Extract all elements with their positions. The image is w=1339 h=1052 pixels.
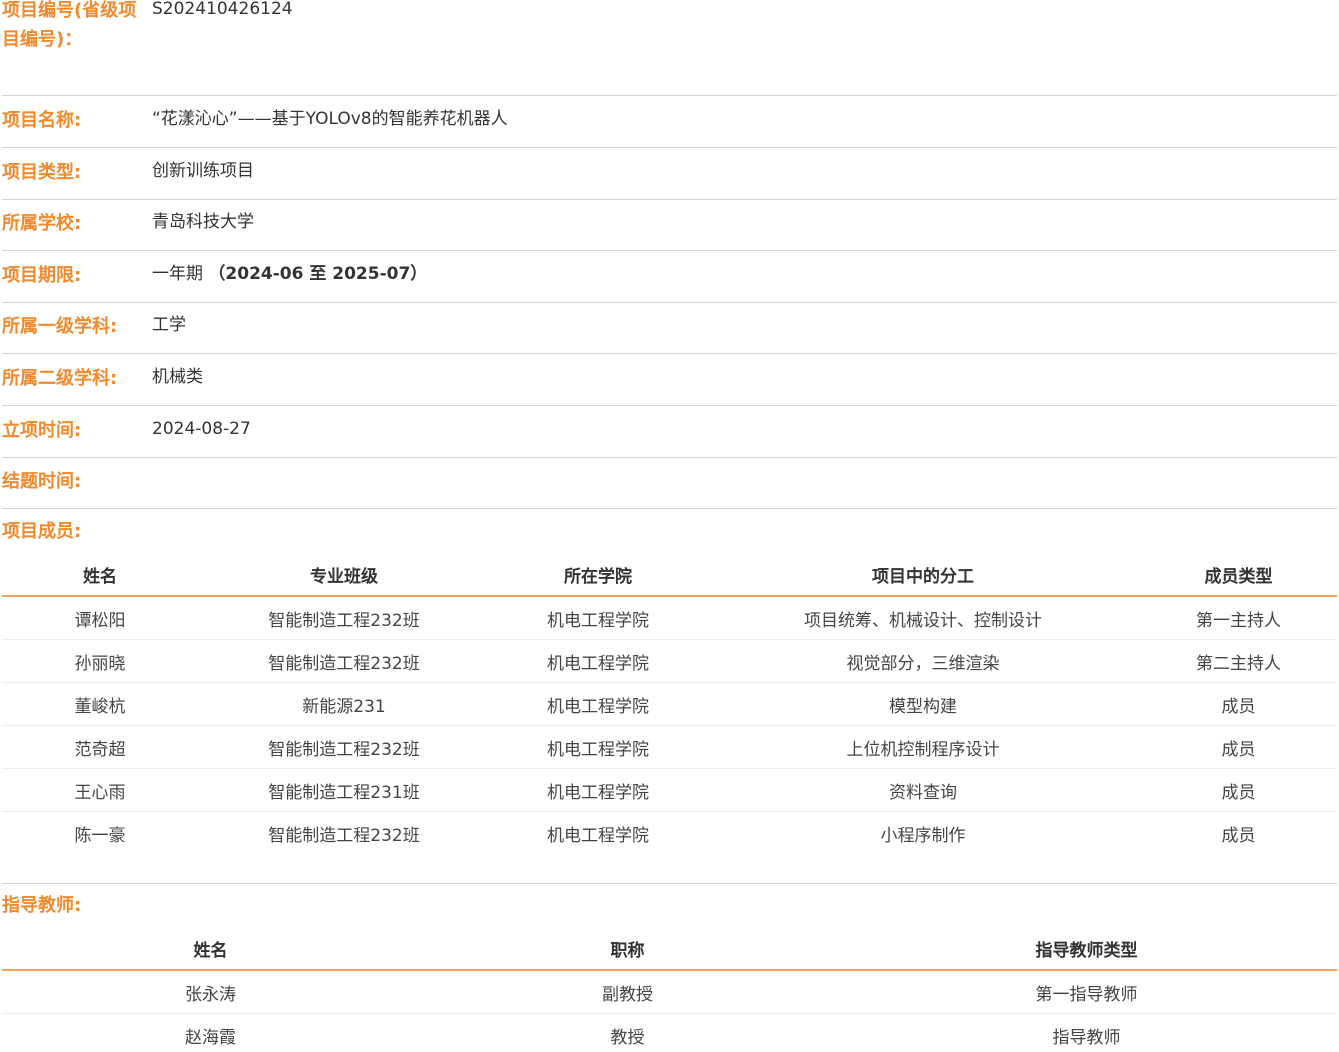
table-row: 张永涛 副教授 第一指导教师 bbox=[2, 970, 1337, 1014]
member-role: 项目统筹、机械设计、控制设计 bbox=[706, 596, 1140, 640]
member-role: 小程序制作 bbox=[880, 825, 966, 846]
members-col-name: 姓名 bbox=[2, 553, 198, 597]
member-class: 新能源231 bbox=[198, 682, 490, 726]
end-time-label: 结题时间: bbox=[2, 471, 82, 492]
period-value: 一年期 （2024-06 至 2025-07） bbox=[152, 262, 427, 286]
member-college: 机电工程学院 bbox=[490, 682, 706, 726]
members-col-type: 成员类型 bbox=[1140, 553, 1337, 597]
discipline-2-value: 机械类 bbox=[152, 367, 203, 387]
table-row: 董峻杭 新能源231 机电工程学院 模型构建 成员 bbox=[2, 682, 1337, 726]
advisors-section-label: 指导教师: bbox=[2, 895, 82, 916]
field-discipline-2: 所属二级学科: 机械类 bbox=[2, 354, 1337, 406]
members-col-role: 项目中的分工 bbox=[706, 553, 1140, 597]
members-col-college: 所在学院 bbox=[490, 553, 706, 597]
period-range: （2024-06 至 2025-07） bbox=[208, 264, 428, 284]
field-project-number: 项目编号(省级项目编号)： S202410426124 bbox=[2, 0, 1337, 96]
members-section-label: 项目成员: bbox=[2, 521, 82, 542]
advisors-col-title: 职称 bbox=[419, 927, 836, 971]
table-row: 孙丽晓 智能制造工程232班 机电工程学院 视觉部分，三维渲染 第二主持人 bbox=[2, 639, 1337, 683]
advisor-type: 指导教师 bbox=[1052, 1027, 1121, 1048]
table-row: 谭松阳 智能制造工程232班 机电工程学院 项目统筹、机械设计、控制设计 第一主… bbox=[2, 596, 1337, 640]
advisor-name: 张永涛 bbox=[2, 970, 419, 1014]
member-class: 智能制造工程232班 bbox=[198, 639, 490, 683]
member-college: 机电工程学院 bbox=[490, 596, 706, 640]
member-type: 成员 bbox=[1140, 768, 1337, 812]
advisor-title: 教授 bbox=[610, 1027, 645, 1048]
advisors-col-type: 指导教师类型 bbox=[836, 927, 1337, 971]
advisor-title: 副教授 bbox=[419, 970, 836, 1014]
start-time-value: 2024-08-27 bbox=[152, 419, 251, 439]
advisor-type: 第一指导教师 bbox=[836, 970, 1337, 1014]
table-row: 赵海霞 教授 指导教师 bbox=[2, 1014, 1337, 1052]
field-discipline-1: 所属一级学科: 工学 bbox=[2, 302, 1337, 354]
members-header-row: 姓名 专业班级 所在学院 项目中的分工 成员类型 bbox=[2, 553, 1337, 597]
member-class: 智能制造工程232班 bbox=[198, 596, 490, 640]
field-project-name: 项目名称: “花漾沁心”——基于YOLOv8的智能养花机器人 bbox=[2, 96, 1337, 148]
section-divider bbox=[2, 883, 1337, 884]
project-number-value: S202410426124 bbox=[152, 0, 293, 19]
field-end-time: 结题时间: bbox=[2, 457, 1337, 509]
advisors-col-name: 姓名 bbox=[2, 927, 419, 971]
project-number-label: 项目编号(省级项目编号)： bbox=[2, 0, 137, 50]
advisor-name: 赵海霞 bbox=[185, 1027, 236, 1048]
discipline-2-label: 所属二级学科: bbox=[2, 368, 118, 389]
table-row: 陈一豪 智能制造工程232班 机电工程学院 小程序制作 成员 bbox=[2, 812, 1337, 855]
table-row: 范奇超 智能制造工程232班 机电工程学院 上位机控制程序设计 成员 bbox=[2, 725, 1337, 769]
member-type: 第二主持人 bbox=[1140, 639, 1337, 683]
field-project-type: 项目类型: 创新训练项目 bbox=[2, 148, 1337, 200]
advisors-table: 姓名 职称 指导教师类型 张永涛 副教授 第一指导教师 赵海霞 教授 指导教师 bbox=[2, 927, 1337, 1052]
discipline-1-label: 所属一级学科: bbox=[2, 316, 118, 337]
member-class: 智能制造工程231班 bbox=[198, 768, 490, 812]
member-name: 陈一豪 bbox=[74, 825, 126, 846]
member-class: 智能制造工程232班 bbox=[198, 725, 490, 769]
member-role: 资料查询 bbox=[706, 768, 1140, 812]
member-name: 范奇超 bbox=[2, 725, 198, 769]
member-type: 成员 bbox=[1221, 825, 1256, 846]
member-role: 上位机控制程序设计 bbox=[706, 725, 1140, 769]
member-class: 智能制造工程232班 bbox=[268, 825, 420, 846]
project-detail-page: 项目编号(省级项目编号)： S202410426124 项目名称: “花漾沁心”… bbox=[0, 0, 1339, 1052]
period-duration: 一年期 bbox=[152, 264, 203, 284]
member-type: 成员 bbox=[1140, 725, 1337, 769]
members-col-class: 专业班级 bbox=[198, 553, 490, 597]
member-type: 第一主持人 bbox=[1140, 596, 1337, 640]
member-college: 机电工程学院 bbox=[490, 725, 706, 769]
field-period: 项目期限: 一年期 （2024-06 至 2025-07） bbox=[2, 251, 1337, 303]
table-row: 王心雨 智能制造工程231班 机电工程学院 资料查询 成员 bbox=[2, 768, 1337, 812]
school-label: 所属学校: bbox=[2, 213, 82, 234]
school-value: 青岛科技大学 bbox=[152, 212, 254, 232]
member-name: 王心雨 bbox=[2, 768, 198, 812]
advisors-header-row: 姓名 职称 指导教师类型 bbox=[2, 927, 1337, 971]
member-college: 机电工程学院 bbox=[490, 768, 706, 812]
member-college: 机电工程学院 bbox=[547, 825, 649, 846]
member-name: 董峻杭 bbox=[2, 682, 198, 726]
members-table: 姓名 专业班级 所在学院 项目中的分工 成员类型 谭松阳 智能制造工程232班 … bbox=[2, 553, 1337, 854]
member-role: 模型构建 bbox=[706, 682, 1140, 726]
discipline-1-value: 工学 bbox=[152, 315, 186, 335]
member-college: 机电工程学院 bbox=[490, 639, 706, 683]
member-name: 谭松阳 bbox=[2, 596, 198, 640]
project-name-label: 项目名称: bbox=[2, 110, 82, 131]
project-type-value: 创新训练项目 bbox=[152, 161, 254, 181]
field-school: 所属学校: 青岛科技大学 bbox=[2, 199, 1337, 251]
member-type: 成员 bbox=[1140, 682, 1337, 726]
period-label: 项目期限: bbox=[2, 265, 82, 286]
member-name: 孙丽晓 bbox=[2, 639, 198, 683]
member-role: 视觉部分，三维渲染 bbox=[706, 639, 1140, 683]
project-type-label: 项目类型: bbox=[2, 162, 82, 183]
field-start-time: 立项时间: 2024-08-27 bbox=[2, 406, 1337, 458]
project-name-value: “花漾沁心”——基于YOLOv8的智能养花机器人 bbox=[152, 109, 508, 129]
start-time-label: 立项时间: bbox=[2, 420, 82, 441]
